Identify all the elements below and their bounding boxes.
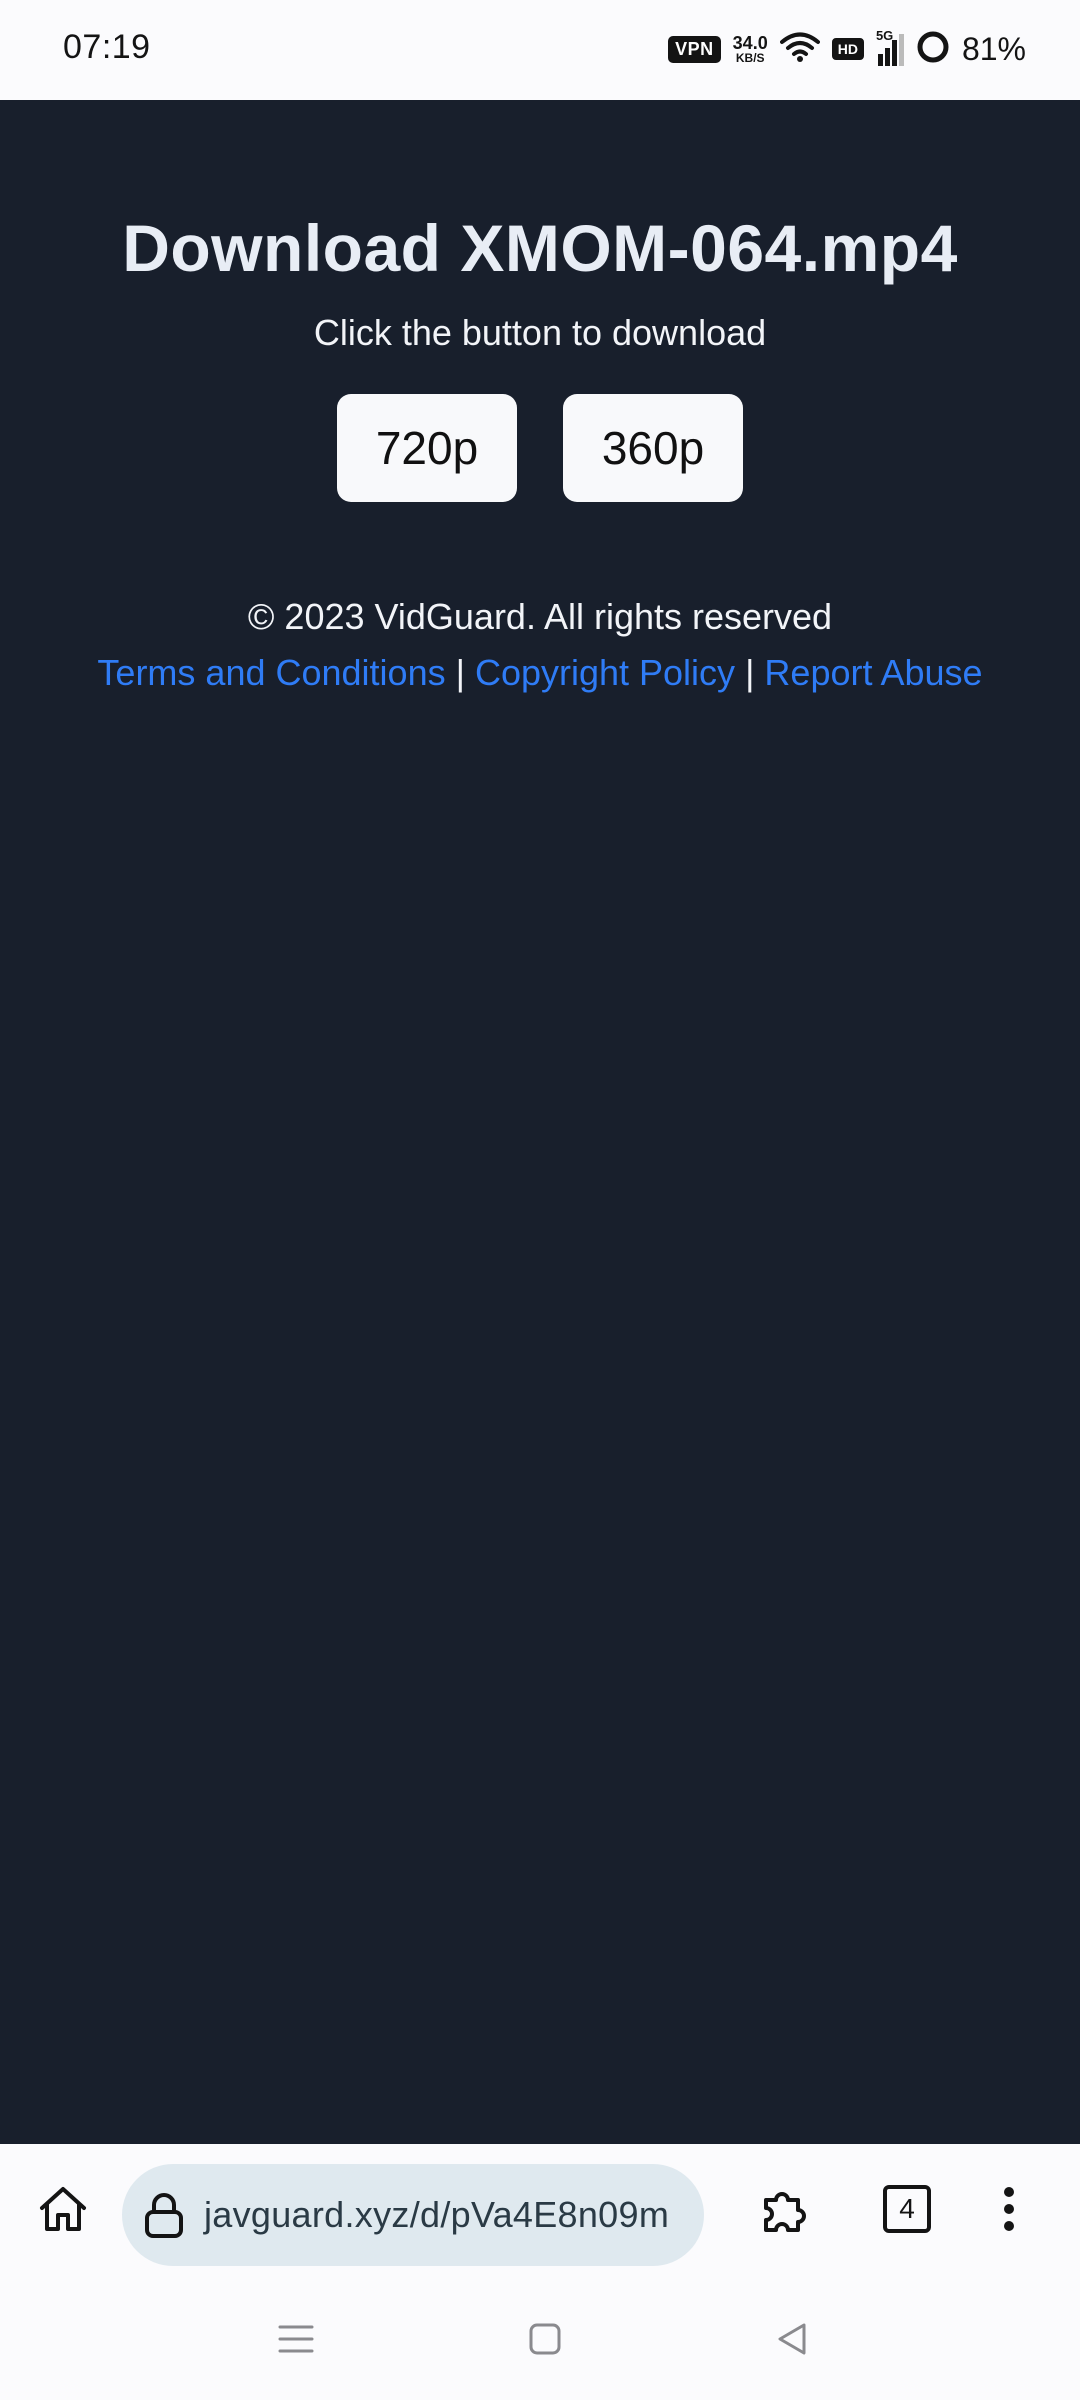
net-speed: 34.0 KB/S	[733, 34, 768, 64]
menu-button[interactable]	[974, 2174, 1044, 2244]
phone-screen: 07:19 VPN 34.0 KB/S HD 5G 81% Download X…	[0, 0, 1080, 2400]
status-bar: 07:19 VPN 34.0 KB/S HD 5G 81%	[0, 0, 1080, 100]
address-bar[interactable]: javguard.xyz/d/pVa4E8n09m	[122, 2164, 704, 2266]
link-separator: |	[455, 652, 465, 693]
terms-link[interactable]: Terms and Conditions	[97, 652, 445, 693]
link-separator: |	[745, 652, 755, 693]
footer-links: Terms and Conditions | Copyright Policy | Re…	[0, 652, 1080, 694]
back-button[interactable]	[752, 2304, 832, 2374]
browser-toolbar: javguard.xyz/d/pVa4E8n09m 4	[0, 2144, 1080, 2284]
status-icons: VPN 34.0 KB/S HD 5G 81%	[668, 26, 1026, 72]
puzzle-icon	[764, 2192, 806, 2232]
system-nav-bar	[0, 2284, 1080, 2400]
net-speed-value: 34.0	[732, 33, 768, 53]
web-content: Download XMOM-064.mp4 Click the button t…	[0, 100, 1080, 2144]
square-icon	[529, 2323, 561, 2355]
tabs-button[interactable]: 4	[872, 2174, 942, 2244]
copyright-text: © 2023 VidGuard. All rights reserved	[247, 596, 833, 637]
download-720p-button[interactable]: 720p	[337, 394, 517, 502]
tab-count: 4	[883, 2185, 931, 2233]
url-text: javguard.xyz/d/pVa4E8n09m	[204, 2194, 670, 2235]
extensions-button[interactable]	[750, 2174, 820, 2244]
net-speed-unit: KB/S	[735, 51, 765, 65]
page-title: Download XMOM-064.mp4	[122, 211, 958, 285]
signal-icon: 5G	[876, 28, 904, 66]
battery-icon	[916, 30, 950, 69]
download-360p-button[interactable]: 360p	[563, 394, 743, 502]
page-subtitle: Click the button to download	[313, 312, 767, 353]
lock-icon	[142, 2190, 186, 2240]
network-type: 5G	[875, 28, 894, 43]
back-triangle-icon	[778, 2323, 806, 2355]
more-vert-icon	[1004, 2187, 1014, 2231]
home-button[interactable]	[28, 2174, 98, 2244]
battery-level: 81%	[961, 30, 1026, 67]
hd-icon: HD	[831, 38, 864, 60]
nav-home-button[interactable]	[505, 2304, 585, 2374]
home-icon	[40, 2187, 86, 2231]
copyright-policy-link[interactable]: Copyright Policy	[475, 652, 735, 693]
menu-lines-icon	[278, 2325, 314, 2353]
wifi-icon	[779, 31, 820, 68]
vpn-icon: VPN	[668, 35, 721, 63]
report-abuse-link[interactable]: Report Abuse	[764, 652, 982, 693]
status-time: 07:19	[63, 28, 151, 66]
recents-button[interactable]	[256, 2304, 336, 2374]
quality-buttons: 720p 360p	[0, 394, 1080, 502]
